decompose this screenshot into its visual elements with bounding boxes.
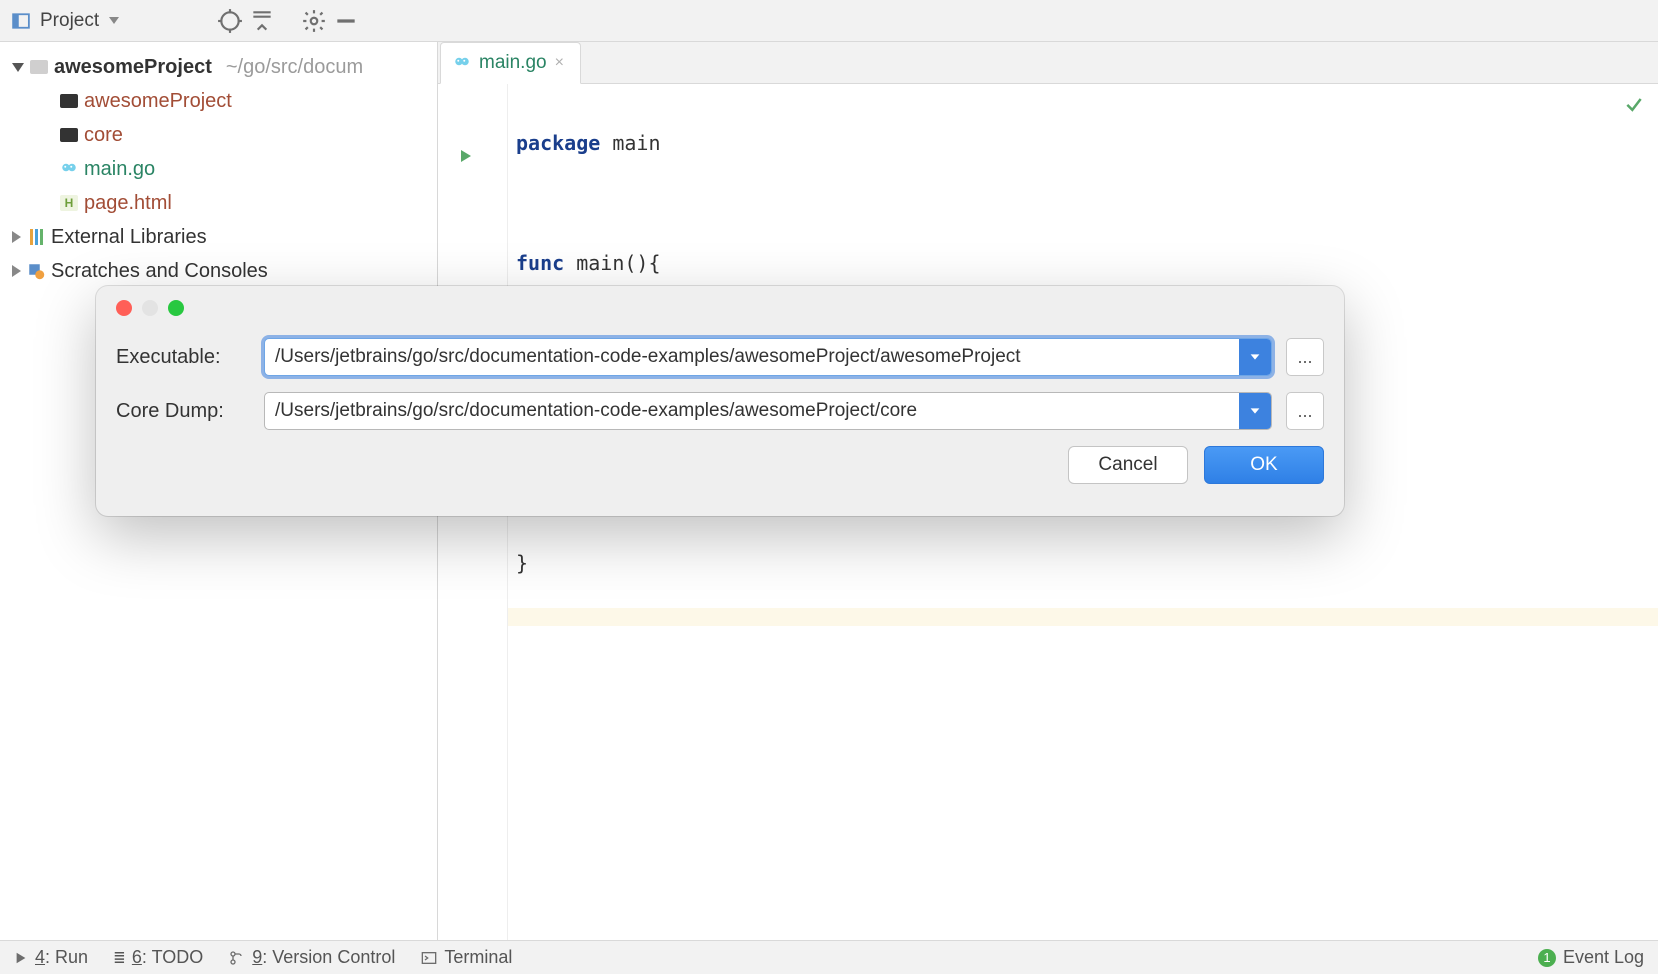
chevron-down-icon[interactable]: [109, 17, 119, 24]
run-gutter-icon[interactable]: [458, 148, 474, 169]
event-log-badge: 1: [1538, 949, 1556, 967]
locate-button[interactable]: [217, 8, 243, 34]
window-controls: [116, 300, 1324, 316]
status-terminal[interactable]: Terminal: [421, 947, 512, 968]
status-todo-num: 6: [132, 947, 142, 967]
close-window-button[interactable]: [116, 300, 132, 316]
status-todo-label: : TODO: [142, 947, 203, 967]
editor-tabbar: main.go ×: [438, 42, 1658, 84]
status-vcs[interactable]: 9: Version Control: [229, 947, 395, 968]
minimize-window-button[interactable]: [142, 300, 158, 316]
project-view-icon: [12, 12, 30, 30]
executable-browse-button[interactable]: ...: [1286, 338, 1324, 376]
libraries-icon: [27, 228, 45, 246]
binary-icon: [60, 126, 78, 144]
status-eventlog-label: Event Log: [1563, 947, 1644, 968]
code-text: main: [600, 131, 660, 155]
code-keyword: func: [516, 251, 564, 275]
settings-button[interactable]: [301, 8, 327, 34]
project-toolbar: Project: [0, 0, 1658, 42]
core-dump-dialog: Executable: ... Core Dump: ... Cancel OK: [96, 286, 1344, 516]
core-dump-combo[interactable]: [264, 392, 1272, 430]
ok-button[interactable]: OK: [1204, 446, 1324, 484]
go-file-icon: [453, 54, 471, 72]
core-dump-browse-button[interactable]: ...: [1286, 392, 1324, 430]
collapse-all-button[interactable]: [249, 8, 275, 34]
status-vcs-num: 9: [252, 947, 262, 967]
status-run-num: 4: [35, 947, 45, 967]
executable-combo[interactable]: [264, 338, 1272, 376]
tree-item-main-go[interactable]: main.go: [0, 152, 437, 186]
tree-item-awesomeproject-bin[interactable]: awesomeProject: [0, 84, 437, 118]
status-run[interactable]: 4: Run: [14, 947, 88, 968]
executable-label: Executable:: [116, 346, 250, 369]
zoom-window-button[interactable]: [168, 300, 184, 316]
code-text: main(){: [564, 251, 660, 275]
tree-item-page-html[interactable]: H page.html: [0, 186, 437, 220]
tab-main-go[interactable]: main.go ×: [440, 42, 581, 84]
go-file-icon: [60, 160, 78, 178]
code-keyword: package: [516, 131, 600, 155]
tab-label: main.go: [479, 52, 547, 74]
tree-item-label: External Libraries: [51, 226, 207, 249]
core-dump-input[interactable]: [265, 393, 1239, 429]
inspection-ok-icon[interactable]: [1624, 94, 1644, 119]
tree-item-label: main.go: [84, 158, 155, 181]
project-label[interactable]: Project: [40, 10, 99, 32]
status-terminal-label: Terminal: [444, 947, 512, 968]
folder-icon: [30, 58, 48, 76]
tree-root-path: ~/go/src/docum: [226, 56, 363, 79]
close-tab-button[interactable]: ×: [555, 54, 564, 72]
code-text: }: [516, 551, 528, 575]
chevron-right-icon[interactable]: [12, 265, 21, 277]
chevron-down-icon[interactable]: [12, 63, 24, 72]
core-dump-label: Core Dump:: [116, 400, 250, 423]
status-todo[interactable]: ≣ 6: TODO: [114, 947, 203, 968]
status-vcs-label: : Version Control: [262, 947, 395, 967]
tree-item-label: awesomeProject: [84, 90, 232, 113]
html-file-icon: H: [60, 194, 78, 212]
core-dump-dropdown-button[interactable]: [1239, 393, 1271, 429]
scratches-icon: [27, 262, 45, 280]
executable-input[interactable]: [265, 339, 1239, 375]
tree-root-name: awesomeProject: [54, 56, 212, 79]
tree-external-libraries[interactable]: External Libraries: [0, 220, 437, 254]
executable-dropdown-button[interactable]: [1239, 339, 1271, 375]
tree-item-label: core: [84, 124, 123, 147]
cancel-button[interactable]: Cancel: [1068, 446, 1188, 484]
tree-item-label: Scratches and Consoles: [51, 260, 268, 283]
tree-scratches[interactable]: Scratches and Consoles: [0, 254, 437, 288]
tree-item-label: page.html: [84, 192, 172, 215]
status-event-log[interactable]: 1 Event Log: [1538, 947, 1644, 968]
binary-icon: [60, 92, 78, 110]
status-bar: 4: Run ≣ 6: TODO 9: Version Control Term…: [0, 940, 1658, 974]
status-run-label: : Run: [45, 947, 88, 967]
hide-panel-button[interactable]: [333, 8, 359, 34]
chevron-right-icon[interactable]: [12, 231, 21, 243]
tree-root[interactable]: awesomeProject ~/go/src/docum: [0, 50, 437, 84]
tree-item-core[interactable]: core: [0, 118, 437, 152]
